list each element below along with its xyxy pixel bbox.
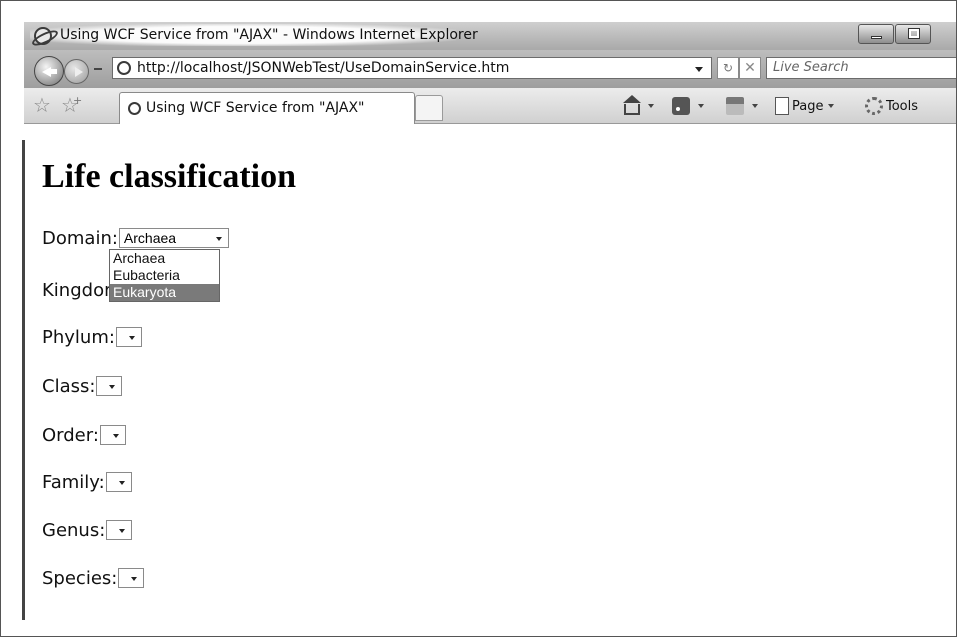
family-field: Family: [42,470,132,494]
chevron-down-icon [752,104,758,108]
domain-select[interactable]: Archaea [118,228,229,248]
page-content [24,125,957,637]
chevron-down-icon [698,104,704,108]
rss-icon [672,97,690,115]
home-icon [623,94,641,115]
chevron-down-icon [648,104,654,108]
order-field: Order: [42,423,126,447]
browser-window: Using WCF Service from "AJAX" - Windows … [24,22,957,637]
genus-label: Genus: [42,519,106,541]
address-input[interactable]: http://localhost/JSONWebTest/UseDomainSe… [112,57,712,79]
domain-dropdown-list: Archaea Eubacteria Eukaryota [109,249,220,302]
forward-button[interactable] [64,59,89,84]
chevron-down-icon [119,529,126,533]
species-label: Species: [42,567,118,589]
domain-select-value: Archaea [123,230,177,246]
printer-icon [726,97,744,115]
minimize-button[interactable] [858,24,894,44]
tab-bar: ☆ ☆ Using WCF Service from "AJAX" Page T… [24,88,957,124]
chevron-down-icon [128,336,135,340]
ie-logo-icon [34,27,52,45]
genus-field: Genus: [42,518,133,542]
tools-menu-button[interactable]: Tools [865,96,918,116]
chevron-down-icon [109,385,116,389]
page-favicon-icon [117,61,131,75]
species-field: Species: [42,566,145,590]
search-input[interactable]: Live Search [766,57,957,79]
stop-button[interactable]: ✕ [739,57,761,79]
page-menu-label: Page [792,98,824,114]
domain-field: Domain: Archaea [42,226,229,250]
print-button[interactable] [726,96,758,116]
order-select[interactable] [99,425,126,445]
tab-favicon-icon [128,102,141,115]
feeds-button[interactable] [672,96,704,116]
page-icon [775,97,789,115]
title-bar: Using WCF Service from "AJAX" - Windows … [24,22,957,50]
class-select[interactable] [96,376,123,396]
genus-select[interactable] [106,520,133,540]
search-placeholder: Live Search [773,60,849,75]
maximize-icon [908,28,920,39]
chevron-down-icon [118,481,125,485]
chevron-down-icon [112,434,119,438]
window-edge-shadow [22,140,25,620]
address-dropdown-arrow-icon[interactable] [695,67,703,72]
family-select[interactable] [105,472,132,492]
order-label: Order: [42,424,99,446]
address-bar-row: http://localhost/JSONWebTest/UseDomainSe… [24,50,957,88]
maximize-button[interactable] [895,24,931,44]
tab-current[interactable]: Using WCF Service from "AJAX" [119,92,415,124]
dropdown-option[interactable]: Eubacteria [110,267,219,284]
species-select[interactable] [118,568,145,588]
chevron-down-icon [131,577,138,581]
phylum-label: Phylum: [42,326,115,348]
class-field: Class: [42,374,123,398]
domain-label: Domain: [42,227,118,249]
phylum-select[interactable] [115,327,142,347]
home-button[interactable] [623,94,654,116]
window-controls [858,24,932,44]
page-menu-button[interactable]: Page [775,96,835,116]
window-title: Using WCF Service from "AJAX" - Windows … [60,27,478,43]
tools-menu-label: Tools [886,98,919,114]
dropdown-option[interactable]: Archaea [110,250,219,267]
add-favorites-icon[interactable]: ☆ [61,91,82,115]
page-title: Life classification [42,158,297,195]
class-label: Class: [42,375,96,397]
favorites-star-icon[interactable]: ☆ [33,95,53,115]
address-url: http://localhost/JSONWebTest/UseDomainSe… [137,60,510,76]
refresh-button[interactable]: ↻ [717,57,739,79]
gear-icon [865,97,883,115]
dropdown-option-highlighted[interactable]: Eukaryota [110,284,219,301]
chevron-down-icon [215,237,222,241]
phylum-field: Phylum: [42,325,142,349]
minimize-icon [871,36,882,39]
recent-pages-dropdown[interactable] [94,68,102,70]
back-button[interactable] [34,56,64,86]
new-tab-button[interactable] [415,95,443,121]
tab-label: Using WCF Service from "AJAX" [146,100,365,116]
family-label: Family: [42,471,105,493]
chevron-down-icon [828,104,835,108]
